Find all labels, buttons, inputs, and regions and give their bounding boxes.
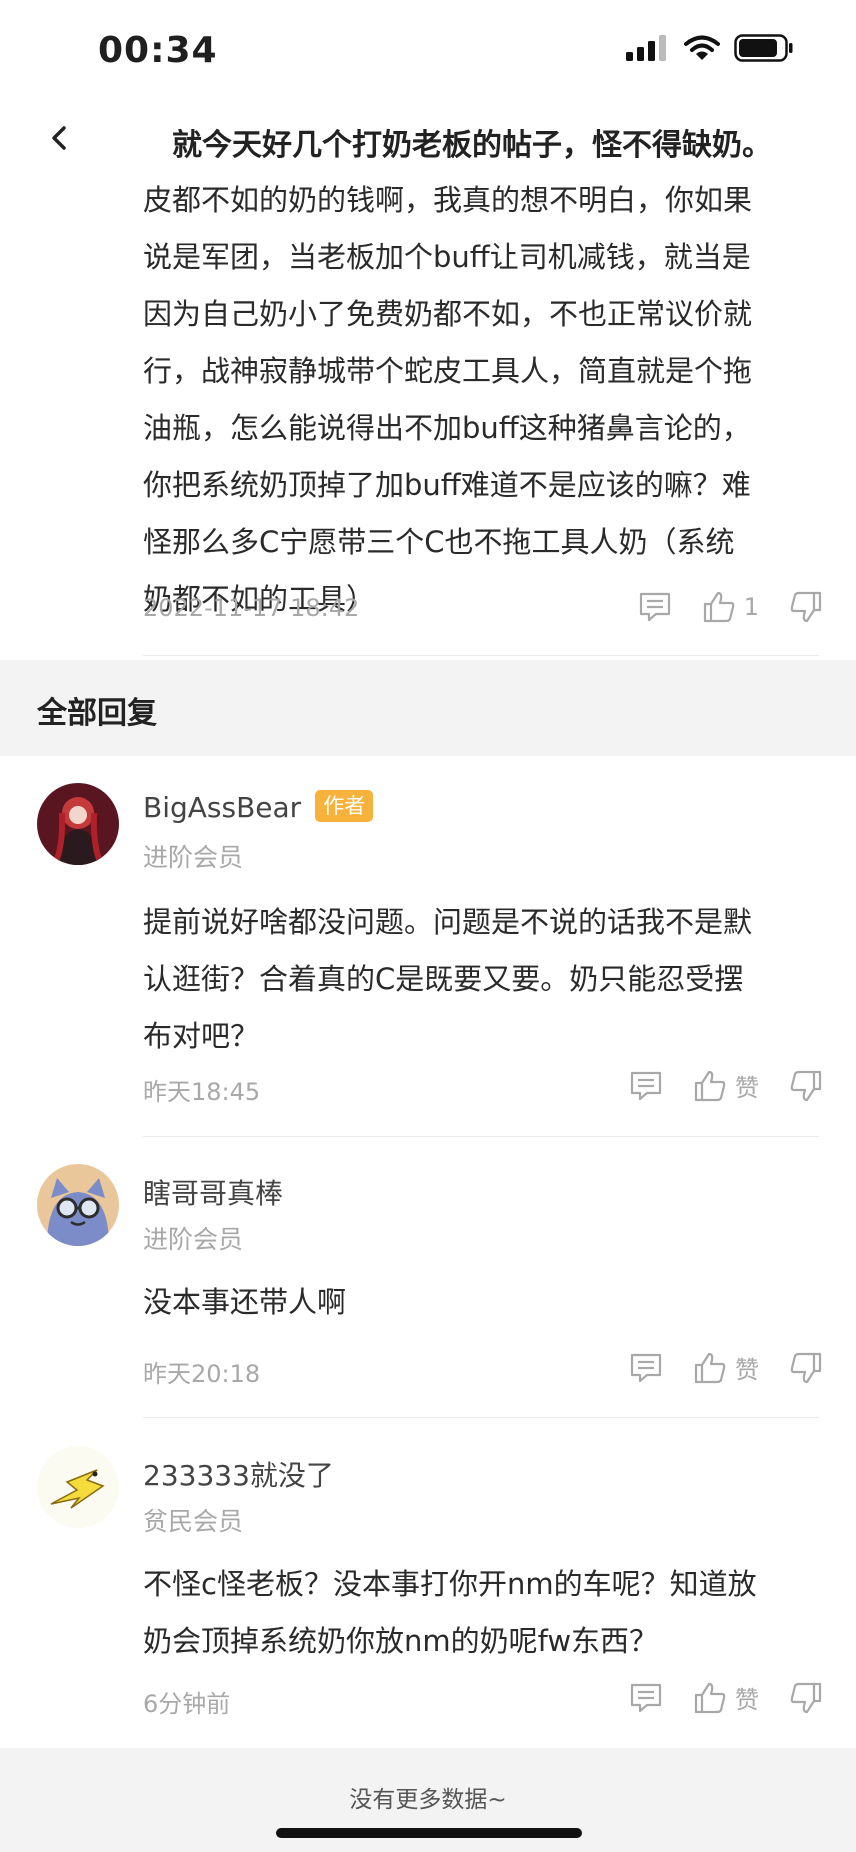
thumbs-up-icon [694, 1352, 726, 1383]
thumbs-down-icon [790, 591, 822, 623]
thumbs-down-icon [790, 1070, 822, 1101]
like-label: 赞 [735, 1686, 759, 1714]
avatar-image [37, 783, 119, 865]
comment-meta: 6分钟前 赞 [143, 1680, 823, 1720]
status-bar: 00:34 [0, 0, 856, 100]
comment-line: 奶会顶掉系统奶你放nm的奶呢fw东西？ [143, 1624, 659, 1658]
member-level: 进阶会员 [143, 843, 244, 872]
dislike-button[interactable] [789, 1069, 823, 1103]
dislike-button[interactable] [789, 1351, 823, 1385]
like-button[interactable]: 赞 [693, 1680, 759, 1715]
comment-icon [630, 1353, 662, 1382]
thumbs-down-icon [790, 1682, 822, 1713]
battery-icon [734, 34, 793, 62]
avatar[interactable] [37, 1446, 119, 1528]
thumbs-up-icon [694, 1070, 726, 1101]
comment-username-row: BigAssBear 作者 [143, 790, 374, 824]
thumbs-up-icon [694, 1682, 726, 1713]
comment-actions: 赞 [599, 1350, 823, 1385]
comment-username[interactable]: 233333就没了 [143, 1454, 334, 1494]
post-line: 行，战神寂静城带个蛇皮工具人，简直就是个拖 [143, 354, 753, 388]
status-time: 00:34 [98, 30, 218, 71]
post-line: 因为自己奶小了免费奶都不如，不也正常议价就 [143, 297, 753, 331]
reply-button[interactable] [629, 1069, 663, 1103]
avatar[interactable] [37, 1164, 119, 1246]
comment-icon [639, 592, 670, 622]
comment-meta: 昨天18:45 赞 [143, 1068, 823, 1108]
comment-actions: 赞 [599, 1680, 823, 1715]
post-line: 说是军团，当老板加个buff让司机减钱，就当是 [143, 240, 751, 274]
comment-icon [630, 1071, 662, 1100]
comment-line: 没本事还带人啊 [143, 1285, 347, 1319]
dislike-button[interactable] [789, 590, 823, 624]
comment-actions: 赞 [599, 1068, 823, 1103]
author-badge: 作者 [315, 790, 374, 822]
post-line: 怪那么多C宁愿带三个C也不拖工具人奶（系统 [143, 525, 735, 559]
comment-line: 提前说好啥都没问题。问题是不说的话我不是默 [143, 905, 753, 939]
no-more-data-text: 没有更多数据~ [349, 1787, 507, 1813]
like-label: 赞 [735, 1356, 759, 1384]
divider [143, 1417, 819, 1418]
comment-line: 不怪c怪老板？没本事打你开nm的车呢？知道放 [143, 1567, 757, 1601]
member-level: 贫民会员 [143, 1507, 244, 1536]
post-line: 你把系统奶顶掉了加buff难道不是应该的嘛？难 [143, 468, 751, 502]
like-label: 赞 [735, 1074, 759, 1102]
wifi-icon [684, 35, 720, 60]
thumbs-up-icon [703, 591, 735, 623]
comment-text: 不怪c怪老板？没本事打你开nm的车呢？知道放 奶会顶掉系统奶你放nm的奶呢fw东… [143, 1556, 823, 1670]
back-arrow-icon[interactable] [40, 118, 80, 158]
post-time: 2022-11-17 18:42 [143, 594, 360, 622]
reply-button[interactable] [638, 590, 672, 624]
dislike-button[interactable] [789, 1681, 823, 1715]
comment-line: 认逛街？合着真的C是既要又要。奶只能忍受摆 [143, 962, 744, 996]
avatar[interactable] [37, 783, 119, 865]
status-icons [626, 34, 794, 62]
like-button[interactable]: 赞 [693, 1350, 759, 1385]
reply-button[interactable] [629, 1681, 663, 1715]
nav-bar: 就今天好几个打奶老板的帖子，怪不得缺奶。 [0, 100, 856, 180]
page-title: 就今天好几个打奶老板的帖子，怪不得缺奶。 [172, 128, 772, 163]
post-meta: 2022-11-17 18:42 1 [143, 590, 823, 630]
post-line: 油瓶，怎么能说得出不加buff这种猪鼻言论的， [143, 411, 751, 445]
like-count: 1 [743, 593, 759, 621]
divider [143, 1136, 819, 1137]
comment-username[interactable]: BigAssBear [143, 791, 301, 824]
comment-time: 6分钟前 [143, 1690, 231, 1718]
comment-line: 布对吧？ [143, 1019, 260, 1053]
avatar-image [37, 1446, 119, 1528]
thumbs-down-icon [790, 1352, 822, 1383]
divider [143, 655, 819, 656]
comment-time: 昨天18:45 [143, 1078, 261, 1106]
post-actions: 1 [608, 590, 823, 624]
comment-time: 昨天20:18 [143, 1360, 261, 1388]
like-button[interactable]: 1 [702, 590, 759, 624]
member-level: 进阶会员 [143, 1225, 244, 1254]
comment-username[interactable]: 瞎哥哥真棒 [143, 1172, 283, 1212]
section-title: 全部回复 [37, 696, 157, 731]
comment-text: 提前说好啥都没问题。问题是不说的话我不是默 认逛街？合着真的C是既要又要。奶只能… [143, 894, 823, 1065]
comment-meta: 昨天20:18 赞 [143, 1350, 823, 1390]
like-button[interactable]: 赞 [693, 1068, 759, 1103]
signal-icon [626, 35, 666, 61]
comment-text: 没本事还带人啊 [143, 1274, 823, 1331]
avatar-image [37, 1164, 119, 1246]
post-body: 皮都不如的奶的钱啊，我真的想不明白，你如果 说是军团，当老板加个buff让司机减… [143, 172, 823, 628]
comment-icon [630, 1683, 662, 1712]
post-line: 皮都不如的奶的钱啊，我真的想不明白，你如果 [143, 183, 753, 217]
home-indicator[interactable] [276, 1828, 582, 1838]
reply-button[interactable] [629, 1351, 663, 1385]
